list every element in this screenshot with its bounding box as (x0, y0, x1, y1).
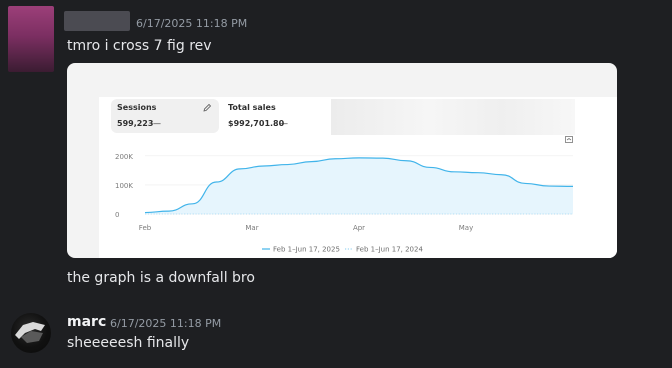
x-tick-label: May (459, 224, 473, 232)
message-text: the graph is a downfall bro (67, 270, 255, 286)
message-text: tmro i cross 7 fig rev (67, 38, 212, 54)
legend-label: Feb 1–Jun 17, 2025 (273, 246, 340, 254)
x-tick-label: Apr (353, 224, 365, 232)
message-timestamp: 6/17/2025 11:18 PM (110, 317, 222, 330)
y-tick-label: 0 (115, 211, 119, 219)
legend-label: Feb 1–Jun 17, 2024 (356, 246, 423, 254)
message-timestamp: 6/17/2025 11:18 PM (136, 17, 248, 30)
y-tick-label: 200K (115, 153, 133, 161)
x-axis-ticks: Feb Mar Apr May (139, 224, 473, 232)
marc-avatar[interactable] (11, 313, 51, 353)
y-axis-ticks: 200K 100K 0 (115, 153, 133, 219)
avatar-art (15, 322, 45, 343)
sales-chart: 200K 100K 0 Feb Mar Apr May Feb 1–Jun 17, 202… (115, 153, 574, 254)
embedded-image[interactable]: Sessions 599,223 — Total sales $992,701.… (67, 63, 617, 258)
message-text: sheeeeesh finally (67, 335, 190, 351)
y-tick-label: 100K (115, 182, 133, 190)
username[interactable]: marc (67, 314, 106, 330)
x-tick-label: Mar (245, 224, 258, 232)
redacted-username[interactable] (64, 11, 130, 31)
user-avatar[interactable] (8, 6, 54, 72)
x-tick-label: Feb (139, 224, 152, 232)
chart-legend: Feb 1–Jun 17, 2025 Feb 1–Jun 17, 2024 (262, 246, 423, 254)
